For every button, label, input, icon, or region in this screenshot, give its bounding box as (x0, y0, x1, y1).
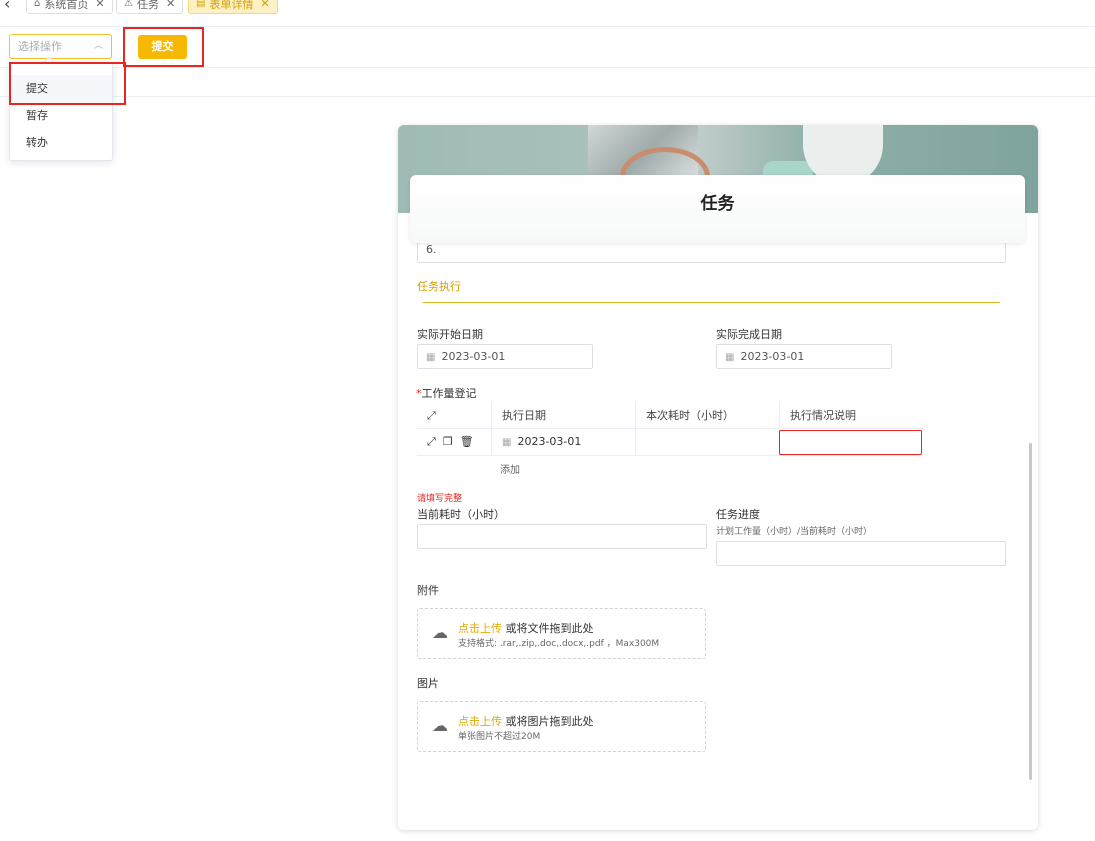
option-submit[interactable]: 提交 (10, 75, 112, 102)
tab-task[interactable]: ⚠ 任务 ✕ (116, 0, 184, 14)
upload-main-text: 或将图片拖到此处 (505, 715, 594, 728)
upload-link[interactable]: 点击上传 (458, 622, 502, 635)
tab-home[interactable]: ⌂ 系统首页 ✕ (26, 0, 113, 14)
form-title: 任务 (700, 194, 735, 214)
chevron-up-icon: ︿ (93, 41, 103, 51)
row-date-value: 2023-03-01 (517, 435, 582, 448)
row-date-cell[interactable]: ▦ 2023-03-01 (491, 429, 635, 455)
progress-hint: 计划工作量（小时）/当前耗时（小时） (716, 527, 873, 537)
actual-start-date-input[interactable]: ▦ 2023-03-01 (417, 344, 593, 369)
operation-dropdown: 提交 暂存 转办 (9, 62, 113, 161)
actual-end-value: 2023-03-01 (740, 350, 805, 363)
previous-text-field[interactable]: 6. (417, 241, 1006, 263)
upload-cloud-icon: ☁ (432, 623, 448, 642)
upload-link[interactable]: 点击上传 (458, 715, 502, 728)
column-header: 执行情况说明 (779, 403, 922, 429)
progress-label: 任务进度 (716, 508, 760, 521)
close-icon[interactable]: ✕ (166, 0, 175, 10)
tab-label: 表单详情 (209, 0, 254, 11)
tab-label: 任务 (136, 0, 159, 11)
trash-icon[interactable]: 🗑 (460, 435, 474, 448)
current-hours-label: 当前耗时（小时） (417, 508, 505, 521)
upload-text: 点击上传 或将文件拖到此处 (458, 620, 594, 636)
option-save-draft[interactable]: 暂存 (10, 102, 112, 129)
toolbar: 选择操作 ︿ 提交 (0, 27, 1095, 68)
option-transfer[interactable]: 转办 (10, 129, 112, 156)
home-icon: ⌂ (34, 0, 41, 9)
worklog-table: ⤢ 执行日期 本次耗时（小时） 执行情况说明 ⤢ ❐ 🗑 ▦ 2023-03-01 (417, 403, 922, 456)
form-header: 任务 (410, 175, 1025, 243)
upload-hint: 支持格式: .rar,.zip,.doc,.docx,.pdf ，Max300M (458, 639, 660, 649)
warning-icon: ⚠ (124, 0, 133, 9)
calendar-icon: ▦ (502, 437, 512, 448)
actual-end-label: 实际完成日期 (716, 328, 782, 341)
calendar-icon: ▦ (426, 352, 436, 363)
copy-icon[interactable]: ❐ (443, 435, 453, 448)
current-hours-input[interactable] (417, 524, 707, 549)
table-header-row: ⤢ 执行日期 本次耗时（小时） 执行情况说明 (417, 403, 922, 429)
tab-label: 系统首页 (44, 0, 89, 11)
image-upload[interactable]: ☁ 点击上传 或将图片拖到此处 单张图片不超过20M (417, 701, 706, 752)
add-row-link[interactable]: 添加 (500, 461, 520, 476)
operation-select-placeholder: 选择操作 (18, 40, 62, 53)
expand-icon[interactable]: ⤢ (427, 435, 436, 448)
worklog-label-text: 工作量登记 (421, 387, 477, 400)
form-card: 6. 任务 任务执行 实际开始日期 ▦ 2023-03-01 实际完成日期 ▦ 20… (398, 125, 1038, 830)
operation-select[interactable]: 选择操作 ︿ (9, 34, 112, 59)
actual-start-label: 实际开始日期 (417, 328, 483, 341)
close-icon[interactable]: ✕ (95, 0, 104, 10)
close-icon[interactable]: ✕ (260, 0, 269, 10)
row-actions: ⤢ ❐ 🗑 (417, 429, 491, 455)
attachment-upload[interactable]: ☁ 点击上传 或将文件拖到此处 支持格式: .rar,.zip,.doc,.do… (417, 608, 706, 659)
upload-cloud-icon: ☁ (432, 716, 448, 735)
form-icon: ▤ (196, 0, 206, 9)
upload-main-text: 或将文件拖到此处 (505, 622, 594, 635)
submit-button[interactable]: 提交 (138, 35, 187, 59)
actual-start-value: 2023-03-01 (441, 350, 506, 363)
attachment-label: 附件 (417, 584, 439, 597)
image-label: 图片 (417, 677, 439, 690)
back-chevron-icon[interactable]: ‹ (4, 0, 10, 13)
row-hours-cell[interactable] (635, 429, 779, 455)
upload-text: 点击上传 或将图片拖到此处 (458, 713, 594, 729)
tab-bar: ‹ ⌂ 系统首页 ✕ ⚠ 任务 ✕ ▤ 表单详情 ✕ (0, 0, 1095, 27)
actual-end-date-input[interactable]: ▦ 2023-03-01 (716, 344, 892, 369)
progress-input[interactable] (716, 541, 1006, 566)
worklog-label: *工作量登记 (416, 385, 477, 401)
column-header: 执行日期 (491, 403, 635, 429)
section-divider (423, 302, 1000, 303)
tab-form-detail[interactable]: ▤ 表单详情 ✕ (188, 0, 278, 14)
scrollbar[interactable] (1029, 443, 1032, 780)
section-title: 任务执行 (417, 280, 461, 293)
description-input-error[interactable] (779, 430, 922, 455)
validation-error: 请填写完整 (417, 494, 463, 504)
expand-all-icon[interactable]: ⤢ (417, 403, 491, 429)
divider (0, 96, 1095, 97)
calendar-icon: ▦ (725, 352, 735, 363)
column-header: 本次耗时（小时） (635, 403, 779, 429)
upload-hint: 单张图片不超过20M (458, 732, 541, 742)
